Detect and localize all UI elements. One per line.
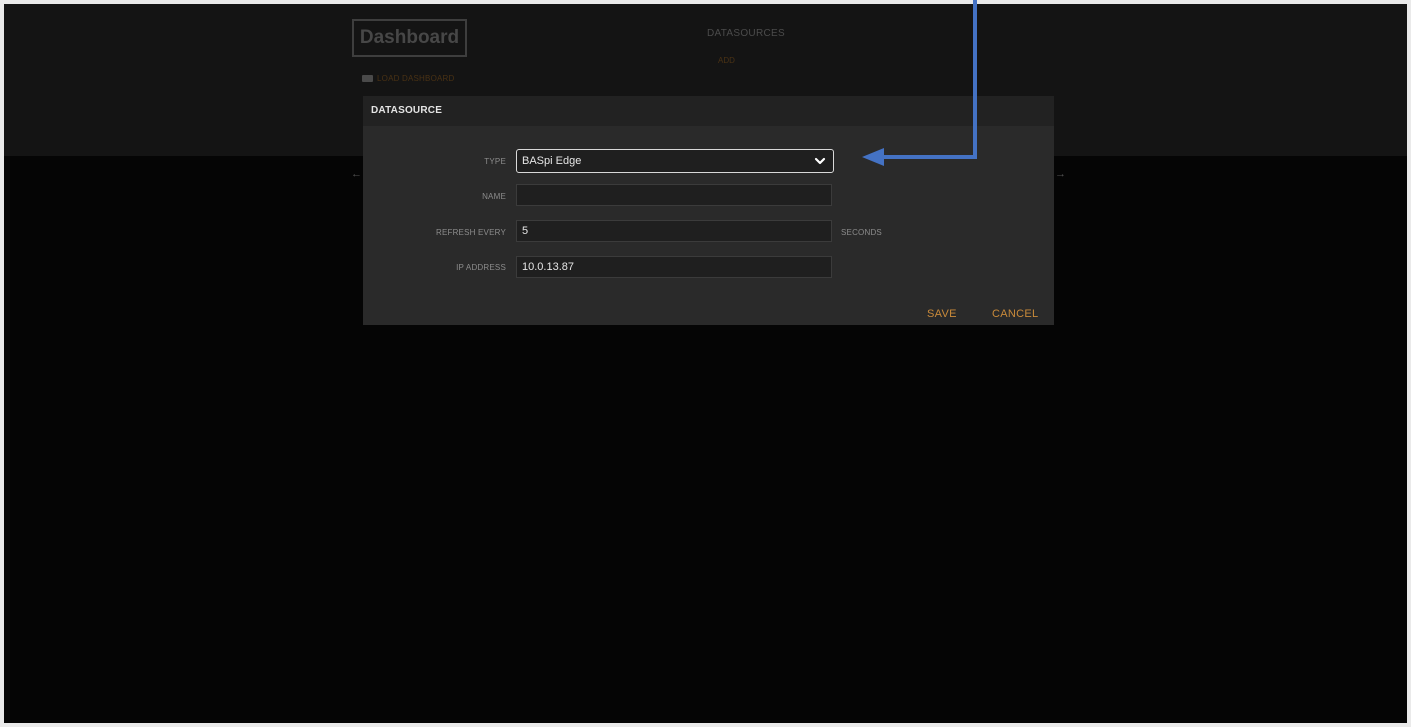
type-select[interactable]: BASpi Edge bbox=[516, 149, 834, 173]
refresh-input[interactable]: 5 bbox=[516, 220, 832, 242]
arrow-left-icon[interactable]: ← bbox=[351, 168, 362, 180]
ip-address-label: IP ADDRESS bbox=[456, 263, 506, 272]
type-label: TYPE bbox=[484, 157, 506, 166]
name-label: NAME bbox=[482, 192, 506, 201]
cancel-button[interactable]: CANCEL bbox=[992, 308, 1038, 320]
app-window: Dashboard LOAD DASHBOARD DATASOURCES ADD… bbox=[4, 4, 1407, 723]
refresh-label: REFRESH EVERY bbox=[435, 228, 506, 237]
datasources-heading: DATASOURCES bbox=[707, 28, 785, 39]
load-dashboard-link[interactable]: LOAD DASHBOARD bbox=[362, 74, 454, 83]
dashboard-title: Dashboard bbox=[352, 19, 467, 57]
dialog-title-bar: DATASOURCE bbox=[363, 96, 1054, 126]
ip-address-input[interactable]: 10.0.13.87 bbox=[516, 256, 832, 278]
dialog-title: DATASOURCE bbox=[371, 105, 443, 116]
refresh-unit-label: SECONDS bbox=[841, 228, 882, 237]
name-input[interactable] bbox=[516, 184, 832, 206]
load-dashboard-label: LOAD DASHBOARD bbox=[377, 74, 455, 83]
arrow-right-icon[interactable]: → bbox=[1055, 168, 1066, 180]
datasource-dialog: DATASOURCE TYPE BASpi Edge NAME REFRESH … bbox=[363, 96, 1054, 325]
chevron-down-icon bbox=[814, 157, 826, 165]
datasources-add-link[interactable]: ADD bbox=[718, 56, 735, 65]
type-select-value: BASpi Edge bbox=[522, 155, 582, 167]
save-button[interactable]: SAVE bbox=[927, 308, 957, 320]
folder-icon bbox=[362, 75, 373, 82]
